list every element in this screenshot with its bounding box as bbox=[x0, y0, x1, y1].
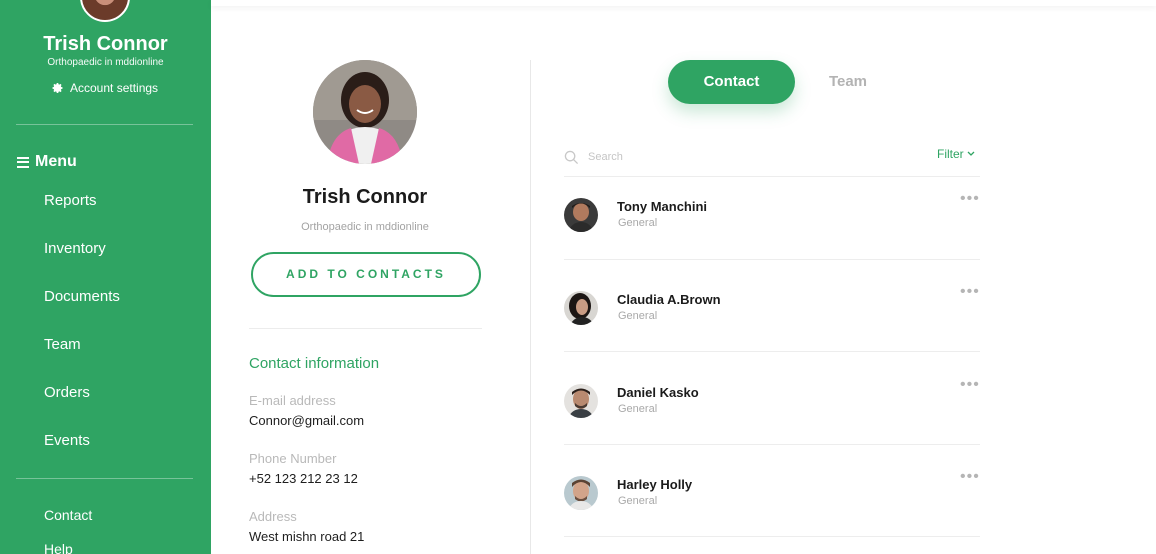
add-to-contacts-button[interactable]: ADD TO CONTACTS bbox=[251, 252, 481, 297]
contact-information-title: Contact information bbox=[249, 355, 380, 372]
gear-icon bbox=[52, 83, 63, 93]
email-label: E-mail address bbox=[249, 393, 336, 408]
sidebar-item-reports[interactable]: Reports bbox=[44, 192, 97, 209]
top-bar bbox=[211, 0, 1156, 6]
contact-group: General bbox=[618, 310, 658, 322]
address-label: Address bbox=[249, 509, 297, 524]
contact-row[interactable]: Daniel Kasko General ••• bbox=[564, 376, 980, 444]
hamburger-icon bbox=[17, 156, 29, 168]
profile-name: Trish Connor bbox=[302, 186, 428, 208]
contact-group: General bbox=[618, 217, 658, 229]
address-value: West mishn road 21 bbox=[249, 529, 365, 544]
contact-name: Tony Manchini bbox=[617, 199, 708, 214]
phone-label: Phone Number bbox=[249, 451, 337, 466]
filter-label: Filter bbox=[937, 147, 964, 161]
contact-row[interactable]: Tony Manchini General ••• bbox=[564, 190, 980, 258]
column-divider bbox=[530, 60, 531, 554]
search-icon bbox=[564, 150, 579, 164]
sidebar-item-inventory[interactable]: Inventory bbox=[44, 240, 106, 257]
sidebar-user-name: Trish Connor bbox=[43, 33, 168, 55]
account-settings-label: Account settings bbox=[70, 81, 159, 95]
menu-title: Menu bbox=[35, 153, 77, 170]
contact-name: Claudia A.Brown bbox=[617, 292, 721, 307]
sidebar-divider bbox=[16, 478, 193, 479]
contact-row[interactable]: Claudia A.Brown General ••• bbox=[564, 283, 980, 351]
more-options-icon[interactable]: ••• bbox=[960, 468, 980, 486]
more-options-icon[interactable]: ••• bbox=[960, 283, 980, 301]
profile-divider bbox=[249, 328, 482, 329]
list-divider bbox=[564, 259, 980, 260]
list-divider bbox=[564, 176, 980, 177]
account-settings-link[interactable]: Account settings bbox=[52, 81, 158, 95]
sidebar: Trish Connor Orthopaedic in mddionline A… bbox=[0, 0, 211, 554]
more-options-icon[interactable]: ••• bbox=[960, 190, 980, 208]
phone-value[interactable]: +52 123 212 23 12 bbox=[249, 471, 358, 486]
list-divider bbox=[564, 351, 980, 352]
contact-group: General bbox=[618, 403, 658, 415]
contact-name: Daniel Kasko bbox=[617, 385, 699, 400]
tab-team[interactable]: Team bbox=[808, 60, 888, 104]
list-divider bbox=[564, 444, 980, 445]
sidebar-user-role: Orthopaedic in mddionline bbox=[47, 57, 164, 68]
sidebar-item-contact[interactable]: Contact bbox=[44, 507, 92, 523]
sidebar-item-help[interactable]: Help bbox=[44, 541, 73, 554]
filter-dropdown[interactable]: Filter bbox=[937, 147, 975, 161]
sidebar-item-events[interactable]: Events bbox=[44, 432, 90, 449]
search-input[interactable] bbox=[588, 151, 868, 163]
sidebar-item-team[interactable]: Team bbox=[44, 336, 81, 353]
more-options-icon[interactable]: ••• bbox=[960, 376, 980, 394]
search-bar bbox=[564, 146, 904, 168]
sidebar-item-orders[interactable]: Orders bbox=[44, 384, 90, 401]
menu-header[interactable]: Menu bbox=[17, 153, 77, 171]
contact-avatar bbox=[564, 384, 598, 418]
sidebar-item-documents[interactable]: Documents bbox=[44, 288, 120, 305]
contact-avatar bbox=[564, 476, 598, 510]
chevron-down-icon bbox=[967, 151, 975, 156]
list-divider bbox=[564, 536, 980, 537]
email-value[interactable]: Connor@gmail.com bbox=[249, 413, 364, 428]
tab-contact[interactable]: Contact bbox=[668, 60, 795, 104]
contact-avatar bbox=[564, 291, 598, 325]
profile-avatar bbox=[313, 60, 417, 164]
contact-row[interactable]: Harley Holly General ••• bbox=[564, 468, 980, 536]
contact-group: General bbox=[618, 495, 658, 507]
sidebar-divider bbox=[16, 124, 193, 125]
contact-avatar bbox=[564, 198, 598, 232]
profile-role: Orthopaedic in mddionline bbox=[301, 221, 429, 233]
sidebar-avatar[interactable] bbox=[80, 0, 130, 22]
contact-name: Harley Holly bbox=[617, 477, 693, 492]
